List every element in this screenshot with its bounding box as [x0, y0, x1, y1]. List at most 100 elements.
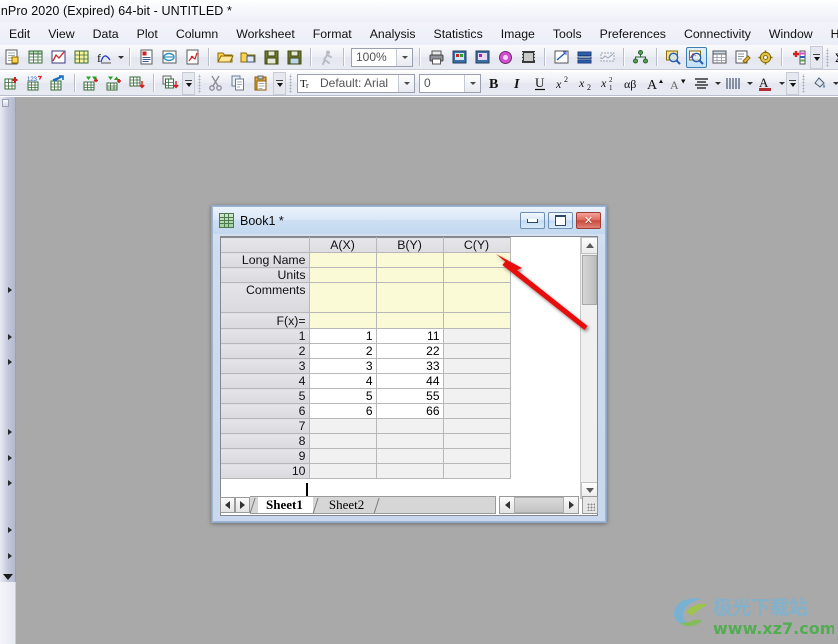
comments-cell-a[interactable] — [309, 282, 377, 313]
menu-item-plot[interactable]: Plot — [128, 25, 167, 43]
toolbar-grip[interactable] — [287, 73, 294, 93]
subscript-icon[interactable]: x2 — [576, 73, 597, 94]
menu-item-preferences[interactable]: Preferences — [591, 25, 675, 43]
import-single-ascii-icon[interactable] — [495, 47, 516, 68]
corner-header-cell[interactable] — [221, 237, 310, 253]
font-dropdown-icon[interactable] — [398, 74, 414, 92]
project-explorer-icon[interactable] — [630, 47, 651, 68]
new-layout-icon[interactable] — [136, 47, 157, 68]
increase-font-icon[interactable]: A — [645, 73, 666, 94]
add-new-columns-icon[interactable] — [2, 73, 23, 94]
column-header-b[interactable]: B(Y) — [376, 237, 444, 253]
cell-b4[interactable]: 44 — [376, 373, 444, 389]
meta-row-label[interactable]: Comments — [221, 282, 310, 313]
sheet-next-button[interactable] — [235, 497, 250, 513]
cell-a8[interactable] — [309, 433, 377, 449]
import-wizard-icon[interactable] — [472, 47, 493, 68]
row-header[interactable]: 6 — [221, 403, 310, 419]
menu-item-edit[interactable]: Edit — [0, 25, 39, 43]
cell-c1[interactable] — [443, 328, 511, 344]
standard-toolbar-overflow-button[interactable] — [810, 45, 823, 69]
font-color-dropdown-icon[interactable] — [777, 73, 786, 94]
add-new-column-icon[interactable] — [788, 47, 809, 68]
menu-item-view[interactable]: View — [39, 25, 83, 43]
formula-cell-a[interactable] — [309, 312, 377, 329]
new-matrix-icon[interactable] — [71, 47, 92, 68]
superscript-icon[interactable]: x2 — [553, 73, 574, 94]
horizontal-scroll-thumb[interactable] — [514, 497, 564, 513]
new-function-plot-dropdown-icon[interactable] — [116, 47, 125, 68]
long-name-cell-c[interactable] — [443, 252, 511, 268]
row-header[interactable]: 7 — [221, 418, 310, 434]
plot-setup-icon[interactable] — [551, 47, 572, 68]
cell-a9[interactable] — [309, 448, 377, 464]
copy-columns-icon[interactable] — [160, 73, 181, 94]
paste-icon[interactable] — [251, 73, 272, 94]
layer-management-icon[interactable] — [574, 47, 595, 68]
line-spacing-dropdown-icon[interactable] — [745, 73, 754, 94]
cell-b9[interactable] — [376, 448, 444, 464]
column-header-c[interactable]: C(Y) — [443, 237, 511, 253]
row-header[interactable]: 3 — [221, 358, 310, 374]
meta-row-label[interactable]: F(x)= — [221, 312, 310, 329]
worksheet-toolbar-overflow-button[interactable] — [182, 71, 195, 95]
scroll-up-button[interactable] — [581, 237, 597, 254]
long-name-cell-a[interactable] — [309, 252, 377, 268]
row-header[interactable]: 8 — [221, 433, 310, 449]
cell-a2[interactable]: 2 — [309, 343, 377, 359]
align-dropdown-icon[interactable] — [713, 73, 722, 94]
superscript-subscript-icon[interactable]: x21 — [599, 73, 620, 94]
menu-item-statistics[interactable]: Statistics — [425, 25, 492, 43]
bold-icon[interactable]: B — [484, 73, 505, 94]
edit-toolbar-overflow-button[interactable] — [273, 71, 286, 95]
menu-item-column[interactable]: Column — [167, 25, 227, 43]
font-color-icon[interactable]: A — [755, 73, 776, 94]
long-name-cell-b[interactable] — [376, 252, 444, 268]
move-rows-icon[interactable] — [104, 73, 125, 94]
print-preview-icon[interactable] — [449, 47, 470, 68]
results-log-icon[interactable] — [709, 47, 730, 68]
decrease-font-icon[interactable]: A — [668, 73, 689, 94]
cell-b6[interactable]: 66 — [376, 403, 444, 419]
left-toolbar-grip[interactable] — [2, 99, 9, 107]
new-function-plot-icon[interactable]: f — [94, 47, 115, 68]
scroll-left-button[interactable] — [500, 497, 514, 513]
menu-item-format[interactable]: Format — [304, 25, 361, 43]
import-video-icon[interactable] — [518, 47, 539, 68]
cell-b2[interactable]: 22 — [376, 343, 444, 359]
toolbar-grip[interactable] — [800, 73, 807, 93]
fill-color-icon[interactable] — [809, 73, 830, 94]
workbook-window[interactable]: Book1 * ✕ A(X) B(Y) C(Y) Long Name Units… — [211, 205, 607, 523]
cell-b3[interactable]: 33 — [376, 358, 444, 374]
print-icon[interactable] — [426, 47, 447, 68]
zoom-combo[interactable]: 100% — [351, 47, 413, 67]
row-header[interactable]: 5 — [221, 388, 310, 404]
cell-a3[interactable]: 3 — [309, 358, 377, 374]
cell-c4[interactable] — [443, 373, 511, 389]
menu-item-help[interactable]: Help — [822, 25, 838, 43]
transpose-icon[interactable] — [48, 73, 69, 94]
worksheet-vertical-scrollbar[interactable] — [580, 237, 597, 499]
resize-grip[interactable] — [582, 496, 598, 514]
cell-a10[interactable] — [309, 463, 377, 479]
underline-icon[interactable]: U — [530, 73, 551, 94]
left-toolbar-expand-icon[interactable] — [3, 574, 13, 580]
scroll-right-button[interactable] — [564, 497, 578, 513]
cell-a1[interactable]: 1 — [309, 328, 377, 344]
row-header[interactable]: 10 — [221, 463, 310, 479]
font-combo[interactable]: Tr Default: Arial — [297, 73, 415, 93]
copy-icon[interactable] — [228, 73, 249, 94]
maximize-button[interactable] — [548, 212, 573, 229]
meta-row-label[interactable]: Units — [221, 267, 310, 283]
merge-graph-icon[interactable] — [597, 47, 618, 68]
cell-c2[interactable] — [443, 343, 511, 359]
zoom-in-icon[interactable] — [663, 47, 684, 68]
vertical-scroll-thumb[interactable] — [582, 255, 597, 305]
cell-c8[interactable] — [443, 433, 511, 449]
sheet-tab-sheet2[interactable]: Sheet2 — [321, 497, 374, 513]
open-excel-icon[interactable] — [238, 47, 259, 68]
cell-b8[interactable] — [376, 433, 444, 449]
zoom-dropdown-icon[interactable] — [396, 48, 412, 66]
format-toolbar-overflow-button[interactable] — [786, 71, 799, 95]
close-button[interactable]: ✕ — [576, 212, 601, 229]
